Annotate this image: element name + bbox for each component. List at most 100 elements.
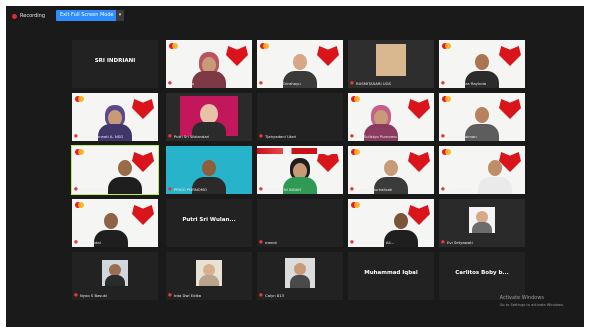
brand-logo-icon [169,43,185,51]
participant-photo [469,207,495,233]
participant-caption: ● Ujoko Ikdal [74,240,101,245]
activate-windows-watermark: Activate Windows Go to Settings to activ… [500,295,564,309]
participant-caption: ● Maulani Nurhalizah [350,187,393,192]
participant-caption: ● RUSMITASARI UGS [350,81,391,86]
participant-tile-carlitos[interactable]: Carlitos Boby b... [439,252,525,300]
participant-tile-muhammad-iqbal[interactable]: Muhammad Iqbal [348,252,434,300]
participant-name-center: SRI INDRIANI [94,58,136,64]
mic-muted-icon: ● [350,187,354,192]
participant-tile-heny-sulia[interactable]: ● Heny Sulia [166,40,252,88]
brand-logo-icon [75,149,91,157]
watermark-title: Activate Windows [499,295,545,301]
anniversary-emblem-icon [408,152,430,176]
watermark-subtitle: Go to Settings to activate Windows. [499,303,564,307]
meeting-top-bar: Recording Exit Full Screen Mode ▾ [6,6,584,28]
mic-muted-icon: ● [441,240,445,245]
participant-caption: ● Lutfi Kusuma [441,187,472,192]
exit-full-screen-button[interactable]: Exit Full Screen Mode [56,10,118,21]
participant-tile-lutfi[interactable]: ● Lutfi Kusuma [439,146,525,194]
chevron-down-icon[interactable]: ▾ [116,10,124,21]
participant-tile-calyn[interactable]: ● Calyn 813 [257,252,343,300]
anniversary-emblem-icon [499,46,521,70]
zoom-gallery-window: Recording Exit Full Screen Mode ▾ SRI IN… [6,6,584,327]
participant-tile-sepriska[interactable]: ● Sepriska Srirahayu [257,40,343,88]
brand-logo-icon [75,96,91,104]
participant-tile-tjahyadani[interactable]: ● Tjahyadani Utari [257,93,343,141]
participant-caption: ● Arif Sulistyo Purnomo [350,134,397,139]
participant-tile-putri-sri-wulandari[interactable]: ● Putri Sri Wulandari [166,93,252,141]
brand-logo-icon [75,202,91,210]
anniversary-emblem-icon [132,205,154,229]
brand-logo-icon [260,43,276,51]
anniversary-emblem-icon [317,46,339,70]
participant-photo [285,258,315,288]
participant-video [477,158,512,194]
participant-caption: ● Calyn 813 [259,293,285,298]
participant-video [192,52,226,88]
brand-logo-icon [351,149,367,157]
participant-video [180,96,238,136]
mic-muted-icon: ● [259,187,263,192]
participant-caption: ● Nyoo S Basuki [74,293,108,298]
mic-muted-icon: ● [441,187,445,192]
mic-muted-icon: ● [441,81,445,86]
participant-caption: ● Evi Setyawati [441,240,473,245]
recording-indicator[interactable]: Recording [12,13,45,19]
mic-muted-icon: ● [350,134,354,139]
mic-muted-icon: ● [74,293,78,298]
participant-tile-sri-indriani[interactable]: SRI INDRIANI [72,40,158,88]
participant-tile-mendi[interactable]: ● mendi [257,199,343,247]
mic-muted-icon: ● [259,81,263,86]
mic-muted-icon: ● [74,134,78,139]
brand-logo-icon [442,43,458,51]
participant-tile-jatmil[interactable]: ● Jatmil Inuakbar Ali... [348,199,434,247]
participant-caption: ● Putri Sri Wulandari [168,134,210,139]
participant-name-center: Putri Sri Wulan... [182,217,236,223]
mic-muted-icon: ● [350,81,354,86]
anniversary-emblem-icon [408,99,430,123]
mic-muted-icon: ● [168,293,172,298]
participant-name-center: Muhammad Iqbal [364,270,418,276]
brand-logo-icon [351,202,367,210]
brand-logo-icon [442,149,458,157]
participant-caption: ● Lucky Sulaiman [441,134,477,139]
participant-tile-rusmitasari[interactable]: ● RUSMITASARI UGS [348,40,434,88]
participant-tile-arif[interactable]: ● Arif Sulistyo Purnomo [348,93,434,141]
participant-tile-nyoo[interactable]: ● Nyoo S Basuki [72,252,158,300]
participant-tile-ujoko[interactable]: ● Ujoko Ikdal [72,199,158,247]
participant-photo [102,260,128,286]
participant-caption: ● PRIGO PURNOMO [168,187,207,192]
participant-tile-priska[interactable]: ● Priska Rizkita [71,145,159,195]
participant-tile-lucky[interactable]: ● Lucky Sulaiman [439,93,525,141]
anniversary-emblem-icon [226,46,248,70]
participant-tile-anggraeni[interactable]: ● ANGGRAENI INDAH [257,146,343,194]
participant-caption: ● Irda Dwi Edika [168,293,202,298]
participant-caption: ● mendi [259,240,277,245]
mic-muted-icon: ● [259,134,263,139]
participant-name-center: Carlitos Boby b... [455,270,509,276]
mic-muted-icon: ● [259,240,263,245]
participant-photo [196,260,222,286]
mic-muted-icon: ● [74,187,78,192]
participant-tile-dagas[interactable]: ● Dagas Tiara Rayinda [439,40,525,88]
recording-dot-icon [12,13,17,19]
brand-logo-icon [351,96,367,104]
participant-tile-pelsa[interactable]: ● Pelsa Sujarwati A. NSG [72,93,158,141]
participant-video [108,158,143,194]
participant-caption: ● Heny Sulia [168,81,195,86]
participant-caption: ● ANGGRAENI INDAH [259,187,302,192]
participant-caption: ● Sepriska Srirahayu [259,81,301,86]
brand-logo-icon [442,96,458,104]
participant-caption: ● Pelsa Sujarwati A. NSG [74,134,124,139]
participant-tile-maulani[interactable]: ● Maulani Nurhalizah [348,146,434,194]
anniversary-emblem-icon [132,99,154,123]
participant-tile-putri-sri-wulan[interactable]: Putri Sri Wulan... [166,199,252,247]
participant-tile-irda[interactable]: ● Irda Dwi Edika [166,252,252,300]
mic-muted-icon: ● [259,293,263,298]
participant-caption: ● Jatmil Inuakbar Ali... [350,240,395,245]
mic-muted-icon: ● [74,240,78,245]
participant-tile-prigo[interactable]: ● PRIGO PURNOMO [166,146,252,194]
mic-muted-icon: ● [441,134,445,139]
participant-tile-evi[interactable]: ● Evi Setyawati [439,199,525,247]
recording-label: Recording [20,13,46,19]
